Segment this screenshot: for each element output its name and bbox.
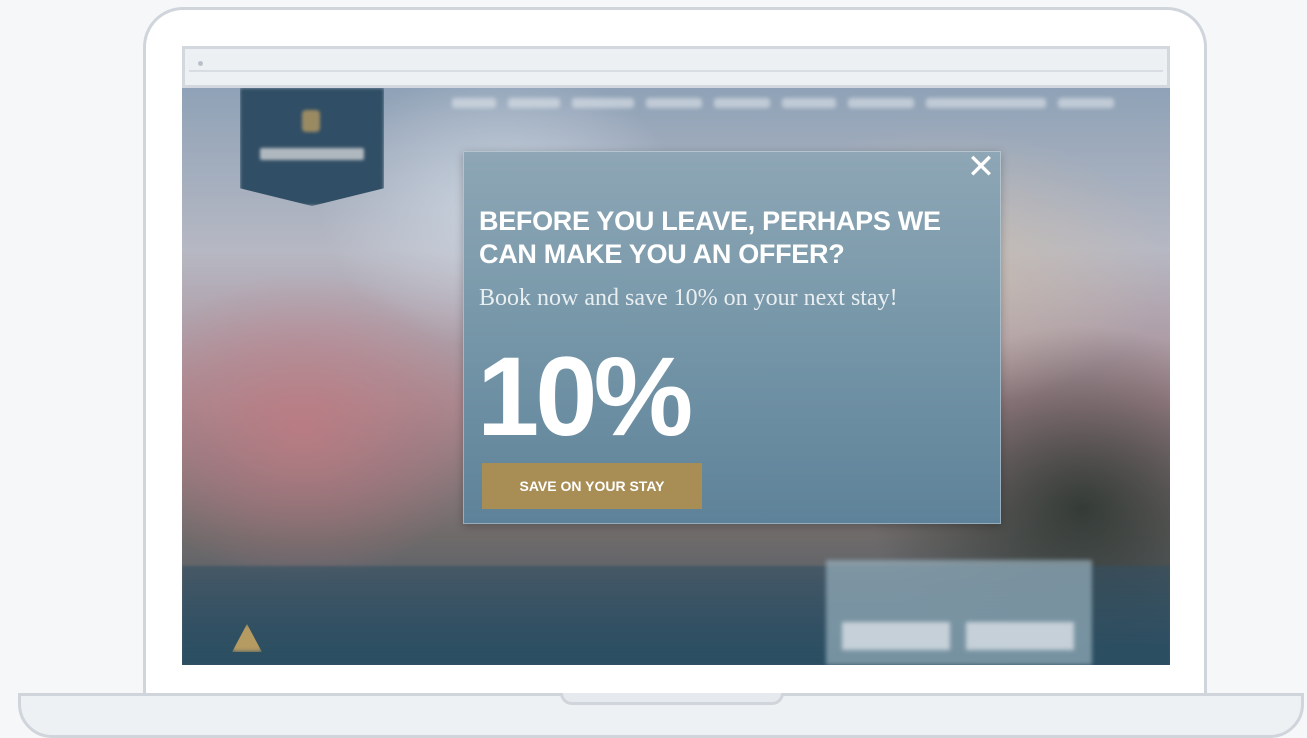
exit-offer-popup: ✕ BEFORE YOU LEAVE, PERHAPS WE CAN MAKE …: [463, 150, 1001, 524]
site-logo: [240, 88, 384, 206]
site-nav: [452, 96, 1132, 110]
popup-subheading: Book now and save 10% on your next stay!: [479, 285, 898, 311]
site-book-field: [842, 622, 950, 650]
laptop-notch: [560, 693, 784, 705]
crest-icon: [302, 110, 320, 132]
site-book-box: [826, 560, 1092, 665]
browser-dot-icon: [198, 61, 203, 66]
address-bar[interactable]: [189, 54, 1163, 72]
save-on-your-stay-button[interactable]: SAVE ON YOUR STAY: [482, 463, 702, 509]
popup-heading: BEFORE YOU LEAVE, PERHAPS WE CAN MAKE YO…: [479, 206, 941, 269]
browser-bar: [182, 46, 1170, 88]
discount-value: 10%: [477, 334, 693, 459]
site-book-field: [966, 622, 1074, 650]
site-logo-wordmark: [260, 148, 364, 160]
close-icon[interactable]: ✕: [965, 150, 997, 184]
